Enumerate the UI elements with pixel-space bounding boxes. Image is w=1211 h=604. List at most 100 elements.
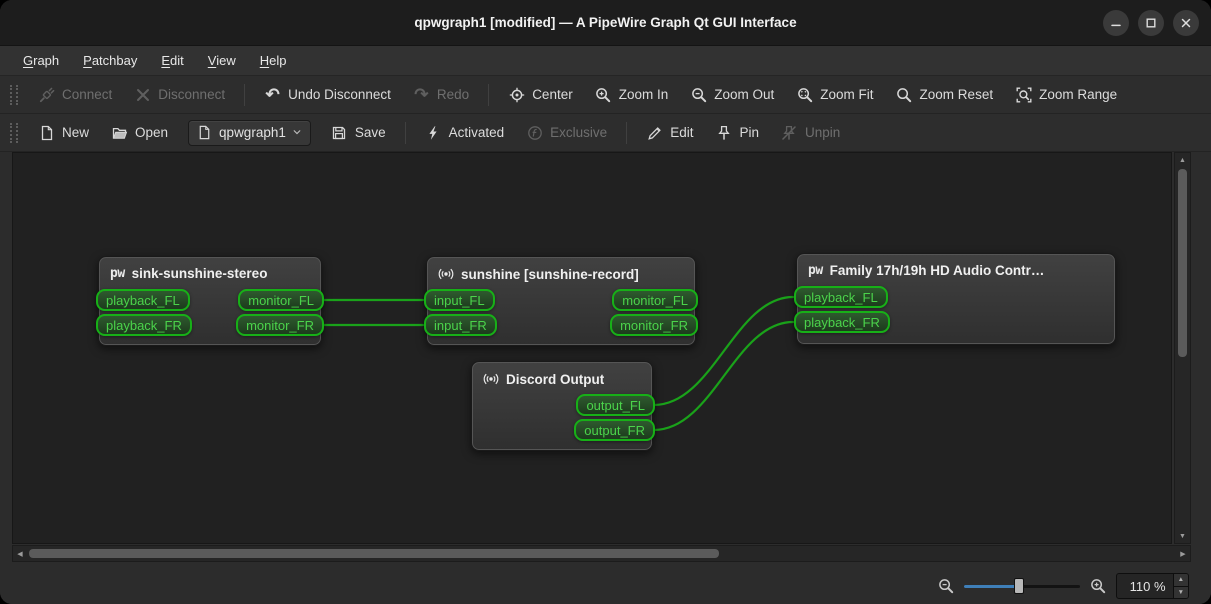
menu-patchbay[interactable]: Patchbay bbox=[72, 49, 148, 72]
scroll-right-arrow[interactable]: ▶ bbox=[1176, 546, 1190, 561]
close-icon bbox=[1178, 15, 1194, 31]
titlebar[interactable]: qpwgraph1 [modified] — A PipeWire Graph … bbox=[0, 0, 1211, 46]
pipewire-icon: pw bbox=[110, 266, 125, 281]
zoom-slider-handle[interactable] bbox=[1013, 578, 1024, 594]
port-input-fl[interactable]: input_FL bbox=[424, 289, 495, 311]
pencil-icon bbox=[646, 124, 663, 141]
menubar: Graph Patchbay Edit View Help bbox=[0, 46, 1211, 76]
horizontal-scrollbar[interactable]: ◀ ▶ bbox=[12, 545, 1191, 562]
toolbar-drag-handle[interactable] bbox=[10, 84, 18, 105]
window-title: qpwgraph1 [modified] — A PipeWire Graph … bbox=[414, 15, 797, 30]
unpin-button[interactable]: Unpin bbox=[771, 118, 850, 147]
vertical-scroll-thumb[interactable] bbox=[1178, 169, 1187, 357]
node-title: Family 17h/19h HD Audio Contr… bbox=[829, 263, 1045, 278]
open-button[interactable]: Open bbox=[101, 118, 178, 147]
node-sink-sunshine-stereo[interactable]: pw sink-sunshine-stereo playback_FL play… bbox=[96, 256, 324, 346]
menu-edit[interactable]: Edit bbox=[150, 49, 194, 72]
scroll-up-arrow[interactable]: ▲ bbox=[1175, 153, 1190, 167]
save-button[interactable]: Save bbox=[321, 118, 396, 147]
port-playback-fl[interactable]: playback_FL bbox=[794, 286, 888, 308]
node-sunshine-record[interactable]: sunshine [sunshine-record] input_FL inpu… bbox=[424, 256, 698, 346]
session-combobox-value: qpwgraph1 bbox=[219, 125, 286, 140]
new-button[interactable]: New bbox=[28, 118, 99, 147]
graph-canvas[interactable]: pw sink-sunshine-stereo playback_FL play… bbox=[12, 152, 1172, 544]
new-file-icon bbox=[38, 124, 55, 141]
window-controls bbox=[1103, 0, 1199, 45]
stream-icon bbox=[483, 371, 499, 387]
port-playback-fr[interactable]: playback_FR bbox=[96, 314, 192, 336]
port-input-fr[interactable]: input_FR bbox=[424, 314, 497, 336]
session-file-icon bbox=[197, 125, 213, 141]
center-button[interactable]: Center bbox=[498, 80, 583, 109]
zoom-in-small-icon bbox=[1090, 578, 1106, 594]
port-monitor-fr[interactable]: monitor_FR bbox=[236, 314, 324, 336]
save-icon bbox=[331, 124, 348, 141]
unpin-icon bbox=[781, 124, 798, 141]
node-discord-output[interactable]: Discord Output output_FL output_FR bbox=[471, 361, 655, 451]
center-icon bbox=[508, 86, 525, 103]
horizontal-scroll-thumb[interactable] bbox=[29, 549, 719, 558]
stream-icon bbox=[438, 266, 454, 282]
disconnect-button[interactable]: Disconnect bbox=[124, 80, 235, 109]
minimize-icon bbox=[1108, 15, 1124, 31]
scroll-left-arrow[interactable]: ◀ bbox=[13, 546, 27, 561]
node-title: sink-sunshine-stereo bbox=[131, 266, 268, 281]
toolbar-separator bbox=[244, 83, 246, 106]
close-button[interactable] bbox=[1173, 9, 1199, 36]
zoom-out-small-icon bbox=[938, 578, 954, 594]
exclusive-icon bbox=[526, 124, 543, 141]
session-combobox[interactable]: qpwgraph1 bbox=[188, 119, 311, 146]
zoom-in-icon bbox=[595, 86, 612, 103]
node-title: Discord Output bbox=[506, 371, 605, 387]
app-window: qpwgraph1 [modified] — A PipeWire Graph … bbox=[0, 0, 1211, 604]
connection-layer bbox=[321, 295, 795, 432]
zoom-spin-up[interactable]: ▲ bbox=[1173, 574, 1188, 587]
zoom-spin-down[interactable]: ▼ bbox=[1173, 586, 1188, 598]
zoom-fit-icon bbox=[796, 86, 813, 103]
toolbar-separator bbox=[488, 83, 490, 106]
exclusive-toggle[interactable]: Exclusive bbox=[516, 118, 617, 147]
workarea: pw sink-sunshine-stereo playback_FL play… bbox=[0, 152, 1211, 544]
edit-toggle[interactable]: Edit bbox=[636, 118, 703, 147]
port-playback-fr[interactable]: playback_FR bbox=[794, 311, 890, 333]
zoom-out-icon bbox=[690, 86, 707, 103]
pin-button[interactable]: Pin bbox=[705, 118, 769, 147]
pin-icon bbox=[715, 124, 732, 141]
toolbar-separator bbox=[404, 121, 406, 144]
maximize-button[interactable] bbox=[1138, 9, 1164, 36]
disconnect-icon bbox=[134, 86, 151, 103]
zoom-slider[interactable] bbox=[963, 578, 1080, 594]
zoom-reset-button[interactable]: Zoom Reset bbox=[886, 80, 1004, 109]
minimize-button[interactable] bbox=[1103, 9, 1129, 36]
zoom-range-button[interactable]: Zoom Range bbox=[1005, 80, 1127, 109]
port-playback-fl[interactable]: playback_FL bbox=[96, 289, 190, 311]
zoom-out-button[interactable]: Zoom Out bbox=[680, 80, 784, 109]
open-folder-icon bbox=[111, 124, 128, 141]
port-output-fr[interactable]: output_FR bbox=[574, 419, 655, 441]
redo-icon: ↷ bbox=[414, 85, 429, 104]
menu-help[interactable]: Help bbox=[249, 49, 298, 72]
toolbar-graph: Connect Disconnect ↶ Undo Disconnect ↷ R… bbox=[0, 76, 1211, 114]
statusbar: 110 % ▲ ▼ bbox=[0, 562, 1211, 604]
zoom-fit-button[interactable]: Zoom Fit bbox=[786, 80, 883, 109]
maximize-icon bbox=[1143, 15, 1159, 31]
undo-button[interactable]: ↶ Undo Disconnect bbox=[254, 80, 401, 109]
scroll-down-arrow[interactable]: ▼ bbox=[1175, 529, 1190, 543]
connect-button[interactable]: Connect bbox=[28, 80, 122, 109]
menu-graph[interactable]: Graph bbox=[12, 49, 70, 72]
port-monitor-fl[interactable]: monitor_FL bbox=[612, 289, 698, 311]
node-family-hd-audio[interactable]: pw Family 17h/19h HD Audio Contr… playba… bbox=[794, 253, 1116, 345]
redo-button[interactable]: ↷ Redo bbox=[403, 80, 479, 109]
port-output-fl[interactable]: output_FL bbox=[576, 394, 655, 416]
port-monitor-fr[interactable]: monitor_FR bbox=[610, 314, 698, 336]
vertical-scrollbar[interactable]: ▲ ▼ bbox=[1174, 152, 1191, 544]
connect-icon bbox=[38, 86, 55, 103]
bolt-icon bbox=[425, 124, 442, 141]
menu-view[interactable]: View bbox=[197, 49, 247, 72]
toolbar-drag-handle[interactable] bbox=[10, 122, 18, 143]
activated-toggle[interactable]: Activated bbox=[415, 118, 515, 147]
zoom-spinbox[interactable]: 110 % ▲ ▼ bbox=[1115, 573, 1189, 599]
zoom-in-button[interactable]: Zoom In bbox=[585, 80, 679, 109]
pipewire-icon: pw bbox=[808, 263, 823, 278]
port-monitor-fl[interactable]: monitor_FL bbox=[238, 289, 324, 311]
